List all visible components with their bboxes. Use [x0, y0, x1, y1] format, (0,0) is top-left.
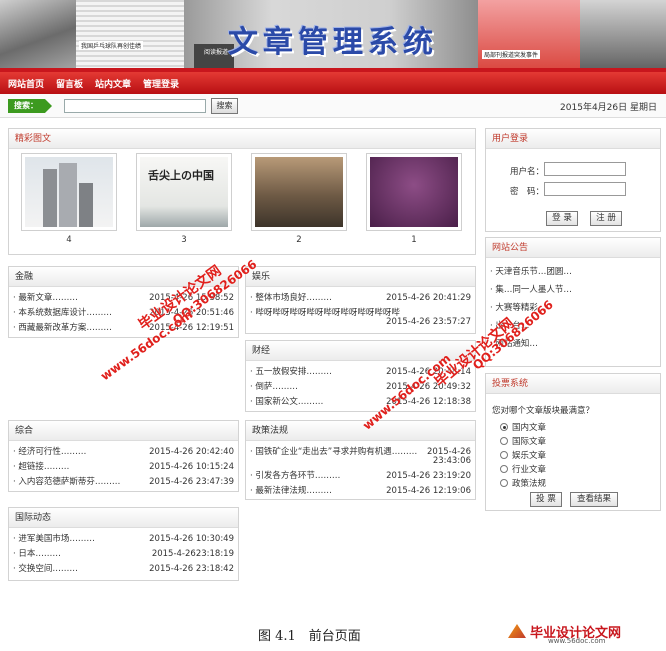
photo-purple: [370, 157, 458, 227]
list-item[interactable]: · 大赛等精彩…: [486, 299, 660, 317]
poll-option-radio[interactable]: [500, 451, 508, 459]
poll-option-label: 娱乐文章: [512, 451, 547, 461]
list-item[interactable]: · 西藏最新改革方案……… 2015-4-26 12:19:51: [9, 321, 238, 336]
list-item[interactable]: · 国家新公文……… 2015-4-26 12:18:38: [246, 395, 475, 410]
gallery-thumb[interactable]: [21, 153, 117, 231]
finance-title: 金融: [9, 267, 238, 287]
gallery-thumb[interactable]: [251, 153, 347, 231]
poll-option-radio[interactable]: [500, 437, 508, 445]
list-item[interactable]: · 日本……… 2015-4-2623:18:19: [9, 547, 238, 562]
register-button[interactable]: 注 册: [590, 211, 622, 226]
list-item[interactable]: · 超链接……… 2015-4-26 10:15:24: [9, 460, 238, 475]
gallery-caption: 2: [296, 235, 302, 245]
list-item[interactable]: · 最新法律法规……… 2015-4-26 12:19:06: [246, 484, 475, 499]
poll-option-radio[interactable]: [500, 479, 508, 487]
logo-mark-icon: [508, 624, 526, 638]
general-panel: 综合 · 经济可行性……… 2015-4-26 20:42:40 · 超链接…………: [8, 420, 239, 492]
site-title: 文章管理系统: [228, 25, 438, 60]
poll-panel: 投票系统 您对哪个文章版块最满意？ 国内文章 国际文章 娱乐文章 行业文章 政策…: [485, 373, 661, 511]
list-item[interactable]: · 集…同一人墨人节…: [486, 281, 660, 299]
notice-title: 网站公告: [486, 238, 660, 258]
list-item[interactable]: · 引发各方各环节……… 2015-4-26 23:19:20: [246, 469, 475, 484]
poll-question: 您对哪个文章版块最满意？: [492, 406, 595, 416]
list-item[interactable]: · 入内容范德萨斯蒂芬……… 2015-4-26 23:47:39: [9, 475, 238, 490]
nav-home[interactable]: 网站首页: [8, 77, 44, 90]
photo-buildings: [25, 157, 113, 227]
list-item[interactable]: · 本系统数据库设计……… 2015-4-26 20:51:46: [9, 306, 238, 321]
banner-news-right: 局部刊报道突发事件: [478, 0, 580, 72]
login-button[interactable]: 登 录: [546, 211, 578, 226]
site-logo: 毕业设计论文网 www.56doc.com: [508, 622, 660, 645]
gallery-title: 精彩图文: [9, 129, 475, 149]
international-panel: 国际动态 · 进军美国市场……… 2015-4-26 10:30:49 · 日本……: [8, 507, 239, 581]
nav-admin-login[interactable]: 管理登录: [143, 77, 179, 90]
photo-china-title: 舌尖上の中国: [140, 157, 228, 227]
gallery-caption: 1: [411, 235, 417, 245]
list-item[interactable]: · 交换空间……… 2015-4-26 23:18:42: [9, 562, 238, 577]
username-label: 用户名：: [510, 167, 545, 177]
poll-option-label: 行业文章: [512, 465, 547, 475]
gallery-thumb[interactable]: [366, 153, 462, 231]
gallery-caption: 3: [181, 235, 187, 245]
banner-news-snippet: 局部刊报道突发事件: [482, 50, 541, 59]
logo-url: www.56doc.com: [548, 637, 606, 645]
list-item[interactable]: · 出…台…: [486, 317, 660, 335]
finance-panel: 金融 · 最新文章……… 2015-4-26 15:38:52 · 本系统数据库设…: [8, 266, 239, 338]
banner-news-snippet: 阅读报道: [204, 49, 229, 56]
password-input[interactable]: [544, 182, 626, 196]
economy-title: 财经: [246, 341, 475, 361]
policy-panel: 政策法规 · 国铁矿企业“走出去”寻求并购有机遇……… 2015-4-26 23…: [245, 420, 476, 500]
economy-panel: 财经 · 五一放假安排……… 2015-4-26 20:48:14 · 倒萨…………: [245, 340, 476, 412]
list-item[interactable]: · 经济可行性……… 2015-4-26 20:42:40: [9, 445, 238, 460]
search-bar: 搜索： 搜索 2015年4月26日 星期日: [0, 94, 666, 118]
list-item[interactable]: · 最新文章……… 2015-4-26 15:38:52: [9, 291, 238, 306]
current-date: 2015年4月26日 星期日: [560, 103, 657, 113]
poll-option-radio[interactable]: [500, 465, 508, 473]
list-item[interactable]: · 倒萨……… 2015-4-26 20:49:32: [246, 380, 475, 395]
poll-option-label: 国际文章: [512, 437, 547, 447]
poll-option-label: 国内文章: [512, 423, 547, 433]
list-item[interactable]: · 五一放假安排……… 2015-4-26 20:48:14: [246, 365, 475, 380]
list-item[interactable]: · 哔呀哔呀哔呀哔呀哔呀哔呀哔呀哔呀哔呀……… 2015-4-26 23:57:…: [246, 306, 475, 330]
username-input[interactable]: [544, 162, 626, 176]
international-title: 国际动态: [9, 508, 238, 528]
notice-panel: 网站公告 · 天津音乐节…团圆… · 集…同一人墨人节… · 大赛等精彩… · …: [485, 237, 661, 367]
list-item[interactable]: · 天津音乐节…团圆…: [486, 263, 660, 281]
search-input[interactable]: [64, 99, 206, 113]
general-title: 综合: [9, 421, 238, 441]
poll-option-label: 政策法规: [512, 479, 547, 489]
view-results-button[interactable]: 查看结果: [570, 492, 618, 507]
banner-photo-right: [580, 0, 666, 72]
photo-title-text: 舌尖上の中国: [148, 169, 214, 182]
search-label: 搜索：: [8, 99, 52, 113]
vote-button[interactable]: 投 票: [530, 492, 562, 507]
banner-news-snippet: 我国乒乓球队再创佳绩: [79, 41, 144, 50]
login-title: 用户登录: [486, 129, 660, 149]
list-item[interactable]: · 网站通知…: [486, 335, 660, 353]
login-panel: 用户登录 用户名： 密 码： 登 录 注 册: [485, 128, 661, 232]
banner-photo-left: [0, 0, 76, 72]
gallery-thumb[interactable]: 舌尖上の中国: [136, 153, 232, 231]
page-root: 我国乒乓球队再创佳绩 阅读报道 局部刊报道突发事件 文章管理系统 网站首页 留言…: [0, 0, 666, 651]
photo-street: [255, 157, 343, 227]
list-item[interactable]: · 整体市场良好……… 2015-4-26 20:41:29: [246, 291, 475, 306]
gallery-caption: 4: [66, 235, 72, 245]
entertainment-title: 娱乐: [246, 267, 475, 287]
policy-title: 政策法规: [246, 421, 475, 441]
banner-news-left: 我国乒乓球队再创佳绩: [76, 0, 184, 72]
site-banner: 我国乒乓球队再创佳绩 阅读报道 局部刊报道突发事件 文章管理系统: [0, 0, 666, 72]
main-nav: 网站首页 留言板 站内文章 管理登录: [0, 72, 666, 94]
poll-title: 投票系统: [486, 374, 660, 394]
poll-option-radio[interactable]: [500, 423, 508, 431]
password-label: 密 码：: [510, 187, 545, 197]
nav-articles[interactable]: 站内文章: [95, 77, 131, 90]
nav-guestbook[interactable]: 留言板: [56, 77, 83, 90]
figure-caption: 图 4.1 前台页面: [258, 629, 361, 644]
search-button[interactable]: 搜索: [211, 98, 238, 114]
list-item[interactable]: · 进军美国市场……… 2015-4-26 10:30:49: [9, 532, 238, 547]
gallery-panel: 精彩图文 舌尖上の中国 4 3 2 1: [8, 128, 476, 255]
list-item[interactable]: · 国铁矿企业“走出去”寻求并购有机遇……… 2015-4-26 23:43:0…: [246, 445, 475, 469]
entertainment-panel: 娱乐 · 整体市场良好……… 2015-4-26 20:41:29 · 哔呀哔呀哔…: [245, 266, 476, 334]
